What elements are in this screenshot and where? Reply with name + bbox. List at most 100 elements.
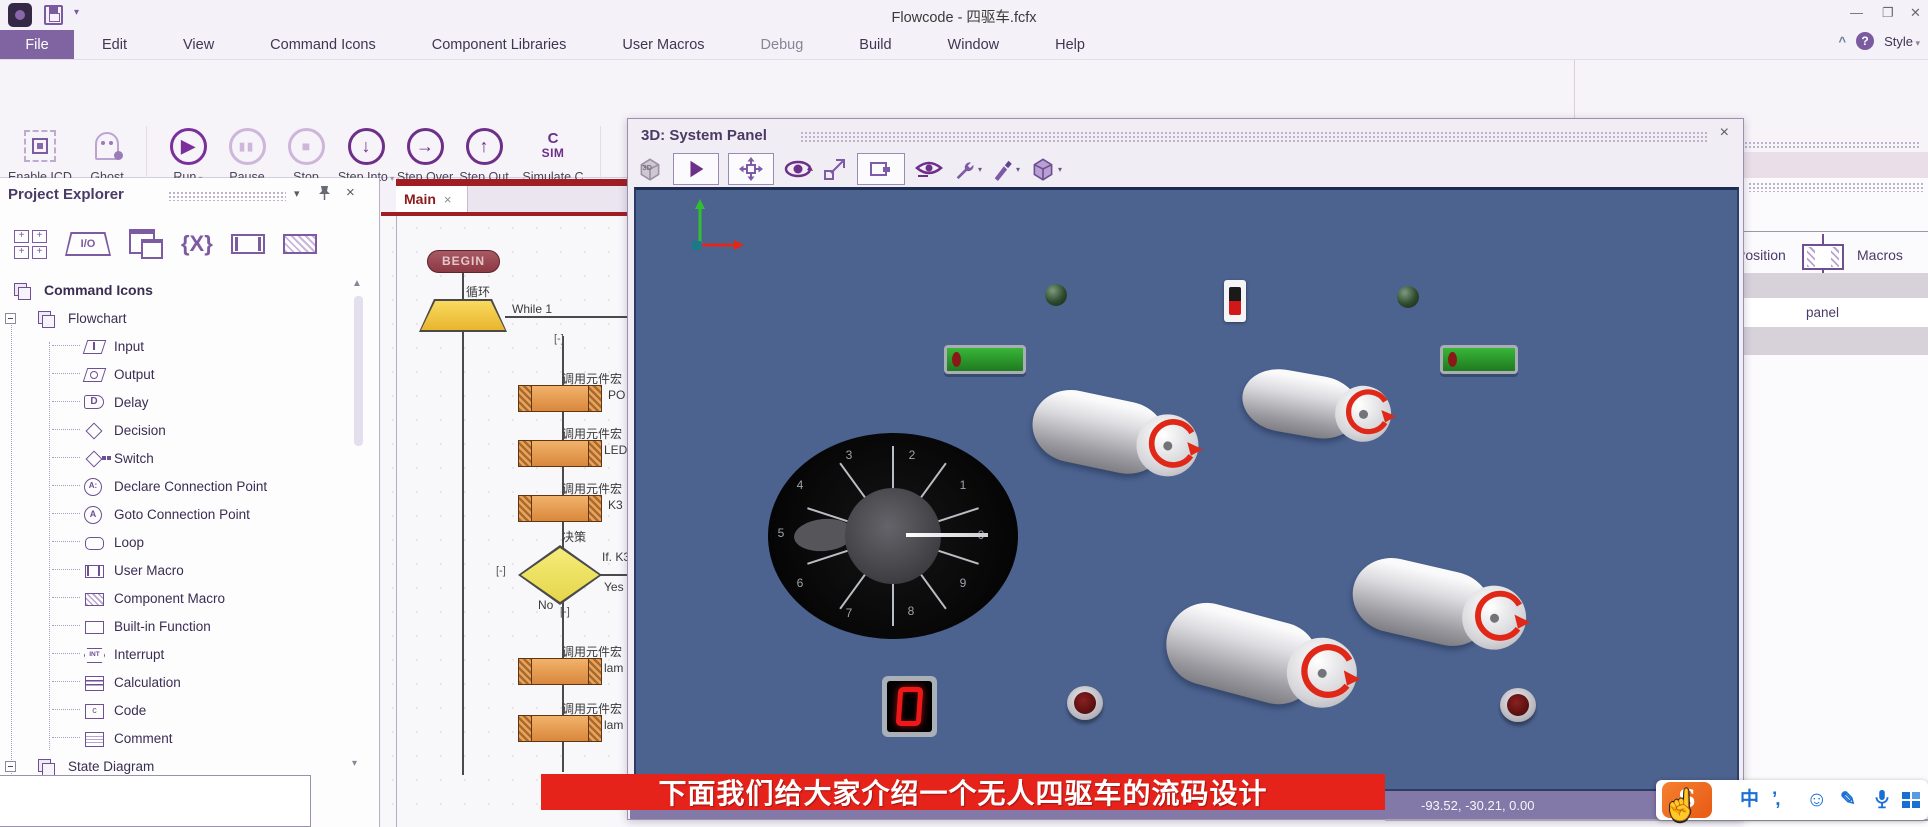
menu-item-edit[interactable]: Edit bbox=[74, 30, 155, 59]
panel-menu-icon[interactable]: ▾ bbox=[294, 187, 300, 200]
step-out-button[interactable]: ↑ Step Out bbox=[452, 124, 516, 185]
green-led-bar[interactable] bbox=[1440, 345, 1518, 374]
style-dropdown[interactable]: Style bbox=[1884, 34, 1920, 49]
tree-item-code[interactable]: Code bbox=[0, 696, 350, 724]
chinese-mode-icon[interactable]: 中 bbox=[1740, 789, 1759, 811]
tree-item-goto-connection-point[interactable]: Goto Connection Point bbox=[0, 500, 350, 528]
tree-item-component-macro[interactable]: Component Macro bbox=[0, 584, 350, 612]
shape-cube-button[interactable]: ▾ bbox=[1029, 153, 1062, 185]
paint-tool-button[interactable]: ▾ bbox=[991, 153, 1020, 185]
flow-begin-node[interactable]: BEGIN bbox=[427, 250, 500, 273]
menu-item-debug[interactable]: Debug bbox=[733, 30, 832, 59]
tree-root-command-icons[interactable]: Command Icons bbox=[0, 276, 350, 304]
visibility-eye-icon[interactable] bbox=[914, 153, 944, 185]
icon-grid-button[interactable] bbox=[14, 230, 47, 259]
tree-item-declare-connection-point[interactable]: Declare Connection Point bbox=[0, 472, 350, 500]
tree-item-loop[interactable]: Loop bbox=[0, 528, 350, 556]
tree-item-input[interactable]: Input bbox=[0, 332, 350, 360]
list-row[interactable] bbox=[1744, 273, 1928, 298]
tree-item-switch[interactable]: Switch bbox=[0, 444, 350, 472]
close-button[interactable]: ✕ bbox=[1910, 5, 1921, 21]
dc-motor[interactable] bbox=[1235, 355, 1402, 466]
collapse-marker[interactable]: [-] bbox=[560, 606, 570, 618]
led-sphere[interactable] bbox=[1397, 286, 1419, 308]
step-over-button[interactable]: → Step Over bbox=[393, 124, 457, 185]
tree-group-flowchart[interactable]: Flowchart bbox=[0, 304, 350, 332]
bounds-tool-button[interactable] bbox=[857, 153, 905, 185]
component-macro-icon-button[interactable] bbox=[283, 234, 317, 254]
user-macro-icon-button[interactable] bbox=[231, 234, 265, 254]
led-sphere[interactable] bbox=[1045, 284, 1067, 306]
menu-item-view[interactable]: View bbox=[155, 30, 242, 59]
collapse-marker[interactable]: [-] bbox=[554, 333, 564, 345]
variables-icon-button[interactable]: {X} bbox=[181, 231, 213, 257]
windows-icon-button[interactable] bbox=[129, 229, 163, 259]
list-row[interactable] bbox=[1744, 327, 1928, 355]
tree-item-decision[interactable]: Decision bbox=[0, 416, 350, 444]
flow-macro-node[interactable] bbox=[518, 495, 602, 522]
keyboard-grid-icon[interactable] bbox=[1902, 792, 1920, 808]
enable-icd-button[interactable]: Enable ICD bbox=[8, 124, 72, 185]
maximize-button[interactable]: ❐ bbox=[1882, 5, 1894, 21]
minimize-button[interactable]: — bbox=[1850, 5, 1863, 20]
3d-viewport[interactable]: 0123456789 bbox=[634, 187, 1739, 791]
tab-close-icon[interactable]: × bbox=[444, 192, 452, 207]
flow-macro-node[interactable] bbox=[518, 440, 602, 467]
rotate-tool-button[interactable] bbox=[783, 153, 813, 185]
select-tool-button[interactable] bbox=[673, 153, 719, 185]
potentiometer[interactable] bbox=[1500, 688, 1536, 722]
menu-item-user-macros[interactable]: User Macros bbox=[594, 30, 732, 59]
tree-item-user-macro[interactable]: User Macro bbox=[0, 556, 350, 584]
potentiometer[interactable] bbox=[1067, 686, 1103, 720]
menu-item-window[interactable]: Window bbox=[920, 30, 1028, 59]
resize-tool-button[interactable] bbox=[822, 153, 848, 185]
menu-item-help[interactable]: Help bbox=[1027, 30, 1113, 59]
emoji-icon[interactable]: ☺ bbox=[1806, 789, 1827, 811]
handwriting-icon[interactable]: ✎ bbox=[1840, 789, 1856, 811]
collapse-box-icon[interactable] bbox=[5, 761, 16, 772]
menu-item-component-libraries[interactable]: Component Libraries bbox=[404, 30, 595, 59]
scrollbar-thumb[interactable] bbox=[354, 296, 363, 446]
scroll-up-icon[interactable]: ▲ bbox=[352, 278, 362, 289]
collapse-ribbon-icon[interactable]: ^ bbox=[1838, 34, 1846, 49]
menu-item-build[interactable]: Build bbox=[831, 30, 919, 59]
scroll-down-icon[interactable]: ▾ bbox=[352, 758, 357, 769]
seven-segment-display[interactable] bbox=[882, 676, 937, 737]
punctuation-icon[interactable]: ’, bbox=[1772, 789, 1779, 811]
flow-macro-node[interactable] bbox=[518, 715, 602, 742]
tree-item-interrupt[interactable]: Interrupt bbox=[0, 640, 350, 668]
panel-close-icon[interactable]: × bbox=[346, 184, 355, 201]
menu-item-command-icons[interactable]: Command Icons bbox=[242, 30, 404, 59]
dc-motor[interactable] bbox=[1023, 373, 1214, 502]
tree-item-output[interactable]: Output bbox=[0, 360, 350, 388]
tree-item-delay[interactable]: Delay bbox=[0, 388, 350, 416]
3d-panel-close-icon[interactable]: × bbox=[1720, 124, 1729, 142]
green-led-bar[interactable] bbox=[944, 345, 1026, 374]
help-icon[interactable]: ? bbox=[1856, 32, 1874, 50]
stop-button[interactable]: ■ Stop bbox=[274, 124, 338, 185]
pan-tool-button[interactable] bbox=[728, 153, 774, 185]
flow-loop-node[interactable] bbox=[421, 301, 505, 330]
run-button[interactable]: ▶ Run bbox=[156, 124, 220, 185]
panel-drag-texture[interactable] bbox=[168, 191, 286, 201]
collapse-box-icon[interactable] bbox=[5, 313, 16, 324]
tab-main[interactable]: Main × bbox=[396, 186, 468, 212]
macros-label[interactable]: Macros bbox=[1857, 247, 1903, 263]
pin-icon[interactable] bbox=[318, 185, 331, 206]
panel-drag-texture[interactable] bbox=[800, 131, 1708, 142]
tree-item-built-in-function[interactable]: Built-in Function bbox=[0, 612, 350, 640]
step-into-button[interactable]: ↓ Step Into bbox=[334, 124, 398, 185]
io-icon-button[interactable]: I/O bbox=[65, 232, 111, 256]
pause-button[interactable]: ▮▮ Pause bbox=[215, 124, 279, 185]
flow-macro-node[interactable] bbox=[518, 658, 602, 685]
tree-item-calculation[interactable]: Calculation bbox=[0, 668, 350, 696]
dc-motor[interactable] bbox=[1153, 580, 1380, 741]
wrench-tool-button[interactable]: ▾ bbox=[953, 153, 982, 185]
rotary-switch-dial[interactable]: 0123456789 bbox=[768, 433, 1018, 639]
flow-macro-node[interactable] bbox=[518, 385, 602, 412]
rocker-switch[interactable] bbox=[1224, 280, 1246, 322]
collapse-marker[interactable]: [-] bbox=[496, 565, 506, 577]
tree-item-comment[interactable]: Comment bbox=[0, 724, 350, 752]
list-row[interactable]: panel bbox=[1744, 298, 1928, 327]
menu-item-file[interactable]: File bbox=[0, 30, 74, 59]
